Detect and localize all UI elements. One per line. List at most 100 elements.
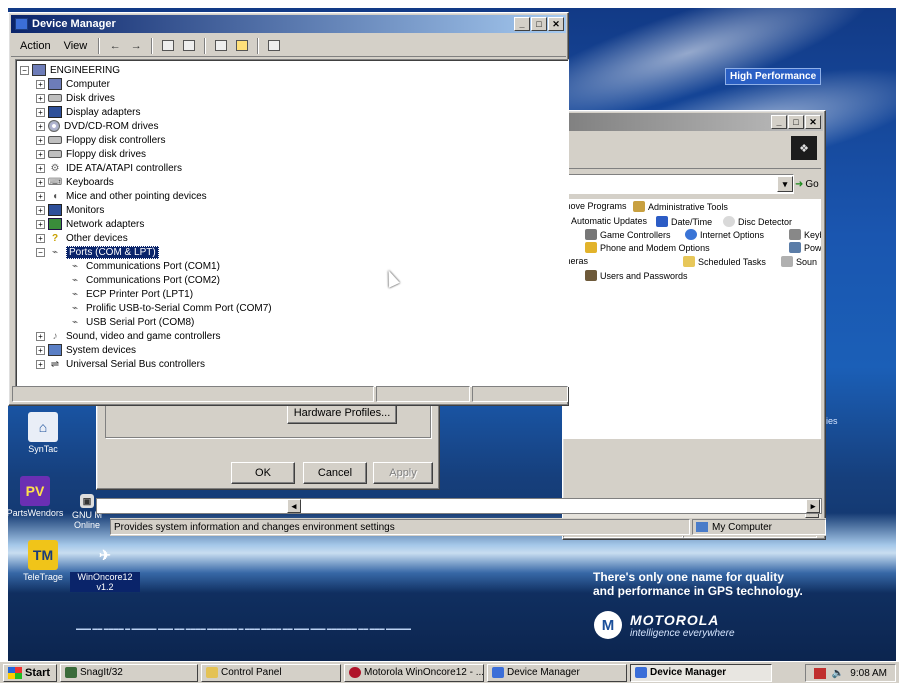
expand-toggle-icon[interactable]: + xyxy=(36,331,45,341)
cp-item-power[interactable]: Powe xyxy=(789,242,821,253)
expand-toggle-icon[interactable]: + xyxy=(36,191,45,201)
collapse-toggle-icon[interactable]: − xyxy=(36,247,45,257)
expand-toggle-icon[interactable]: + xyxy=(36,163,45,173)
scroll-right-button[interactable]: ▸ xyxy=(806,499,820,513)
tree-node-port-com8[interactable]: ⌁ USB Serial Port (COM8) xyxy=(20,315,568,329)
ok-button[interactable]: OK xyxy=(231,462,295,484)
taskbar-button-device-manager-active[interactable]: Device Manager xyxy=(630,663,772,682)
status-cell xyxy=(472,386,568,402)
maximize-button[interactable]: □ xyxy=(788,115,804,129)
cp-item-keyboard[interactable]: Keyb xyxy=(789,229,821,240)
taskbar-button-winoncore[interactable]: Motorola WinOncore12 - ... xyxy=(344,663,484,682)
tree-node-keyboards[interactable]: + ⌨ Keyboards xyxy=(20,175,568,189)
expand-toggle-icon[interactable]: + xyxy=(36,359,45,369)
tree-node-floppy-controllers[interactable]: + Floppy disk controllers xyxy=(20,133,568,147)
cp-item-automatic-updates[interactable]: Automatic Updates xyxy=(571,216,647,226)
tree-node-dvd-cdrom[interactable]: + DVD/CD-ROM drives xyxy=(20,119,568,133)
tree-node-computer[interactable]: + Computer xyxy=(20,77,568,91)
partsvendors-icon: PV xyxy=(20,476,50,506)
go-button[interactable]: ➜ Go xyxy=(795,174,819,194)
cp-item-internet-options[interactable]: Internet Options xyxy=(685,229,764,240)
expand-toggle-icon[interactable]: + xyxy=(36,219,45,229)
properties-icon[interactable] xyxy=(212,38,230,54)
tree-node-disk-drives[interactable]: + Disk drives xyxy=(20,91,568,105)
address-bar[interactable] xyxy=(567,174,794,194)
tree-node-floppy-drives[interactable]: + Floppy disk drives xyxy=(20,147,568,161)
cp-item-disc-detector[interactable]: Disc Detector xyxy=(723,216,792,227)
tree-node-monitors[interactable]: + Monitors xyxy=(20,203,568,217)
expand-toggle-icon[interactable]: + xyxy=(36,121,45,131)
tree-node-port-com7[interactable]: ⌁ Prolific USB-to-Serial Comm Port (COM7) xyxy=(20,301,568,315)
tree-node-usb[interactable]: + ⇌ Universal Serial Bus controllers xyxy=(20,357,568,371)
tray-app-icon[interactable] xyxy=(813,667,826,679)
cp-item-date-time[interactable]: Date/Time xyxy=(656,216,712,227)
scroll-left-button[interactable]: ◂ xyxy=(287,499,301,513)
tree-node-port-com1[interactable]: ⌁ Communications Port (COM1) xyxy=(20,259,568,273)
desktop-icon-partsvendors[interactable]: PV PartsWendors xyxy=(8,476,66,518)
tree-root[interactable]: − ENGINEERING xyxy=(20,63,568,77)
expand-toggle-icon[interactable]: + xyxy=(36,205,45,215)
tree-node-ports[interactable]: − ⌁ Ports (COM & LPT) xyxy=(20,245,568,259)
cp-item-phone-modem[interactable]: Phone and Modem Options xyxy=(585,242,710,253)
tree-node-network-adapters[interactable]: + Network adapters xyxy=(20,217,568,231)
device-manager-statusbar xyxy=(12,386,568,402)
up-level-icon[interactable] xyxy=(159,38,177,54)
tree-node-ide-controllers[interactable]: + ⚙ IDE ATA/ATAPI controllers xyxy=(20,161,568,175)
device-manager-icon xyxy=(15,18,28,30)
cp-item-add-remove-programs[interactable]: move Programs xyxy=(563,201,627,211)
close-button[interactable]: ✕ xyxy=(548,17,564,31)
cp-item-game-controllers[interactable]: Game Controllers xyxy=(585,229,671,240)
menu-view[interactable]: View xyxy=(59,39,93,53)
device-tree: − ENGINEERING + Computer + Disk drives + Di… xyxy=(15,59,569,387)
menu-action[interactable]: Action xyxy=(15,39,56,53)
cancel-button[interactable]: Cancel xyxy=(303,462,367,484)
forward-arrow-icon[interactable]: → xyxy=(127,38,145,54)
tree-node-sound[interactable]: + ♪ Sound, video and game controllers xyxy=(20,329,568,343)
close-button[interactable]: ✕ xyxy=(805,115,821,129)
expand-toggle-icon[interactable]: + xyxy=(36,79,45,89)
tree-node-port-com2[interactable]: ⌁ Communications Port (COM2) xyxy=(20,273,568,287)
expand-toggle-icon[interactable]: + xyxy=(36,345,45,355)
expand-toggle-icon[interactable]: + xyxy=(36,93,45,103)
address-dropdown-button[interactable]: ▾ xyxy=(777,176,793,192)
taskbar-button-device-manager[interactable]: Device Manager xyxy=(487,663,627,682)
status-zone: My Computer xyxy=(692,519,826,535)
cp-item-sounds[interactable]: Soun xyxy=(781,256,817,267)
back-arrow-icon[interactable]: ← xyxy=(106,38,124,54)
volume-icon[interactable]: 🔈 xyxy=(832,668,844,679)
expand-toggle-icon[interactable]: + xyxy=(36,107,45,117)
tree-node-port-lpt1[interactable]: ⌁ ECP Printer Port (LPT1) xyxy=(20,287,568,301)
help-icon[interactable] xyxy=(233,38,251,54)
collapse-toggle-icon[interactable]: − xyxy=(20,65,29,75)
desktop-icon-syntac[interactable]: ⌂ SynTac xyxy=(12,412,74,454)
tree-node-other-devices[interactable]: +? Other devices xyxy=(20,231,568,245)
maximize-button[interactable]: □ xyxy=(531,17,547,31)
expand-toggle-icon[interactable]: + xyxy=(36,177,45,187)
mouse-icon: ◖ xyxy=(51,190,59,202)
taskbar-button-control-panel[interactable]: Control Panel xyxy=(201,663,341,682)
start-button[interactable]: Start xyxy=(3,663,57,682)
expand-toggle-icon[interactable]: + xyxy=(36,135,45,145)
desktop-icon-teletrage[interactable]: TM TeleTrage xyxy=(12,540,74,582)
motorola-logo: M MOTOROLA intelligence everywhere xyxy=(594,611,735,639)
cp-item-users-passwords[interactable]: Users and Passwords xyxy=(585,270,688,281)
clock[interactable]: 9:08 AM xyxy=(850,668,887,679)
horizontal-scroll-track[interactable] xyxy=(96,498,822,514)
date-time-icon xyxy=(656,216,668,227)
tree-node-display-adapters[interactable]: + Display adapters xyxy=(20,105,568,119)
taskbar-button-snagit[interactable]: SnagIt/32 xyxy=(60,663,198,682)
cp-item-administrative-tools[interactable]: Administrative Tools xyxy=(633,201,728,212)
scan-hardware-icon[interactable] xyxy=(265,38,283,54)
cp-item-scheduled-tasks[interactable]: Scheduled Tasks xyxy=(683,256,766,267)
tree-node-mice[interactable]: + ◖ Mice and other pointing devices xyxy=(20,189,568,203)
expand-toggle-icon[interactable]: + xyxy=(36,233,45,243)
desktop-icon-winoncore[interactable]: ✈ WinOncore12 v1.2 xyxy=(70,540,140,592)
minimize-button[interactable]: _ xyxy=(514,17,530,31)
show-hide-tree-icon[interactable] xyxy=(180,38,198,54)
windows-logo-icon xyxy=(8,666,22,679)
floppy-drive-icon xyxy=(48,150,62,158)
minimize-button[interactable]: _ xyxy=(771,115,787,129)
apply-button[interactable]: Apply xyxy=(373,462,433,484)
tree-node-system-devices[interactable]: + System devices xyxy=(20,343,568,357)
expand-toggle-icon[interactable]: + xyxy=(36,149,45,159)
